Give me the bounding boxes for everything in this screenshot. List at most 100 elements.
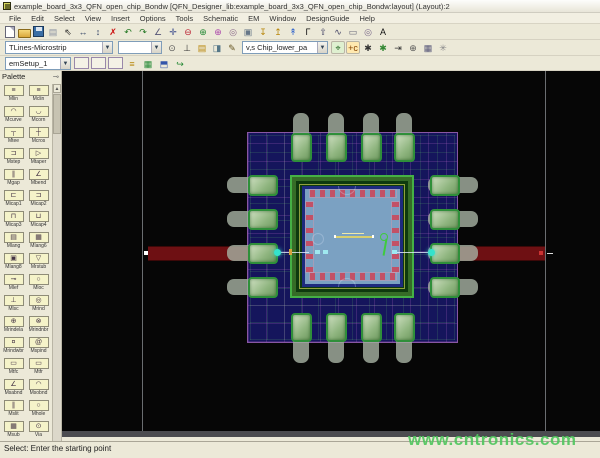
palette-item-mrindwbr[interactable]: ¤Mrindwbr bbox=[1, 336, 26, 357]
cpw-component-annotation[interactable] bbox=[334, 229, 374, 243]
qfn-pad-right-4[interactable] bbox=[430, 277, 460, 298]
qfn-pad-right-2[interactable] bbox=[430, 209, 460, 230]
insert-ground-icon[interactable]: ⊥ bbox=[180, 41, 194, 54]
palette-item-mcorn[interactable]: ◡Mcorn bbox=[26, 105, 51, 126]
zoom-out-icon[interactable]: ⊖ bbox=[181, 25, 195, 38]
view-3d-preview-icon[interactable]: ▦ bbox=[141, 57, 155, 70]
port-highlight-right[interactable] bbox=[428, 249, 435, 256]
palette-item-mlang[interactable]: ▤Mlang bbox=[1, 231, 26, 252]
scrollbar-thumb[interactable] bbox=[53, 94, 61, 134]
chevron-down-icon[interactable]: ▼ bbox=[317, 42, 327, 53]
substrate-editor-icon[interactable]: ≡ bbox=[125, 57, 139, 70]
palette-item-micap3[interactable]: ⊓Micap3 bbox=[1, 210, 26, 231]
palette-item-via[interactable]: ⊙Via bbox=[26, 420, 51, 441]
palette-item-mtfr[interactable]: ▭Mtfr bbox=[26, 357, 51, 378]
qfn-pad-top-3[interactable] bbox=[361, 133, 382, 162]
menu-window[interactable]: Window bbox=[264, 14, 301, 23]
snap-midpoint-icon[interactable]: ✱ bbox=[376, 41, 390, 54]
shear-icon[interactable]: ∠ bbox=[151, 25, 165, 38]
menu-tools[interactable]: Tools bbox=[171, 14, 199, 23]
entry-layer-select[interactable]: v,s Chip_lower_pa ▼ bbox=[242, 41, 328, 54]
palette-item-mrstub[interactable]: ▽Mrstub bbox=[26, 252, 51, 273]
qfn-pad-bottom-3[interactable] bbox=[361, 313, 382, 342]
palette-item-micap2[interactable]: ⊐Micap2 bbox=[26, 189, 51, 210]
chevron-down-icon[interactable]: ▼ bbox=[102, 42, 112, 53]
palette-item-mlang8[interactable]: ▣Mlang8 bbox=[1, 252, 26, 273]
qfn-pad-top-1[interactable] bbox=[291, 133, 312, 162]
menu-edit[interactable]: Edit bbox=[26, 14, 49, 23]
zoom-full-icon[interactable]: ◎ bbox=[226, 25, 240, 38]
qfn-pad-left-4[interactable] bbox=[248, 277, 278, 298]
insert-wire-icon[interactable]: ✎ bbox=[225, 41, 239, 54]
palette-item-mrind[interactable]: ◎Mrind bbox=[26, 294, 51, 315]
dimension-vertical-icon[interactable]: ↕ bbox=[91, 25, 105, 38]
snap-pin-icon[interactable]: +c bbox=[346, 41, 360, 54]
move-icon[interactable]: ✛ bbox=[166, 25, 180, 38]
insert-text-icon[interactable]: A bbox=[376, 25, 390, 38]
insert-circle-icon[interactable]: ◎ bbox=[361, 25, 375, 38]
menu-designguide[interactable]: DesignGuide bbox=[301, 14, 354, 23]
palette-item-mtfc[interactable]: ▭Mtfc bbox=[1, 357, 26, 378]
redo-icon[interactable]: ↷ bbox=[136, 25, 150, 38]
chevron-down-icon[interactable]: ▼ bbox=[151, 42, 161, 53]
scroll-up-icon[interactable]: ▲ bbox=[53, 84, 61, 93]
qfn-pad-top-4[interactable] bbox=[394, 133, 415, 162]
palette-scrollbar[interactable]: ▲ bbox=[52, 84, 61, 441]
dimension-horizontal-icon[interactable]: ↔ bbox=[76, 25, 90, 38]
port-marker-right[interactable] bbox=[539, 251, 543, 255]
qfn-pad-bottom-1[interactable] bbox=[291, 313, 312, 342]
emsetup-select[interactable]: emSetup_1 ▼ bbox=[5, 57, 71, 70]
palette-item-mloc[interactable]: ○Mloc bbox=[26, 273, 51, 294]
palette-item-mlin[interactable]: ≡Mlin bbox=[1, 84, 26, 105]
top-level-icon[interactable]: ↟ bbox=[286, 25, 300, 38]
part-select[interactable]: ▼ bbox=[118, 41, 162, 54]
palette-item-msabnd[interactable]: ∠Msabnd bbox=[1, 378, 26, 399]
insert-polygon-icon[interactable]: ⇧ bbox=[316, 25, 330, 38]
open-folder-icon[interactable] bbox=[18, 29, 31, 38]
save-icon[interactable] bbox=[33, 26, 44, 37]
em-stop-icon[interactable] bbox=[91, 57, 106, 69]
palette-item-msub[interactable]: ▦Msub bbox=[1, 420, 26, 441]
palette-item-mlsc[interactable]: ⊥Mlsc bbox=[1, 294, 26, 315]
qfn-pad-right-1[interactable] bbox=[430, 175, 460, 196]
menu-select[interactable]: Select bbox=[49, 14, 80, 23]
palette-item-mrindnbr[interactable]: ⊗Mrindnbr bbox=[26, 315, 51, 336]
palette-item-mspind[interactable]: @Mspind bbox=[26, 336, 51, 357]
pin-icon[interactable]: ⊸ bbox=[53, 72, 59, 82]
snap-enable-icon[interactable]: ⌖ bbox=[331, 41, 345, 54]
palette-item-mhole[interactable]: ○Mhole bbox=[26, 399, 51, 420]
insert-path-icon[interactable]: Γ bbox=[301, 25, 315, 38]
snap-edge-icon[interactable]: ⇥ bbox=[391, 41, 405, 54]
snap-vertex-icon[interactable]: ✱ bbox=[361, 41, 375, 54]
pop-out-hierarchy-icon[interactable]: ↥ bbox=[271, 25, 285, 38]
menu-file[interactable]: File bbox=[4, 14, 26, 23]
qfn-pad-top-2[interactable] bbox=[326, 133, 347, 162]
menu-view[interactable]: View bbox=[80, 14, 106, 23]
snap-grid-icon[interactable]: ✳ bbox=[436, 41, 450, 54]
palette-item-mlef[interactable]: ⊸Mlef bbox=[1, 273, 26, 294]
die-bondpads-bottom[interactable] bbox=[310, 273, 396, 280]
pointer-icon[interactable]: ⇖ bbox=[61, 25, 75, 38]
qfn-pad-bottom-2[interactable] bbox=[326, 313, 347, 342]
palette-item-mgap[interactable]: ∥Mgap bbox=[1, 168, 26, 189]
palette-item-mstep[interactable]: ⊐Mstep bbox=[1, 147, 26, 168]
new-file-icon[interactable] bbox=[5, 26, 15, 38]
palette-item-msobnd[interactable]: ◠Msobnd bbox=[26, 378, 51, 399]
insert-via-icon[interactable]: ⊙ bbox=[165, 41, 179, 54]
chevron-down-icon[interactable]: ▼ bbox=[60, 58, 70, 69]
snap-arc-center-icon[interactable]: ⊕ bbox=[406, 41, 420, 54]
delete-icon[interactable]: ✗ bbox=[106, 25, 120, 38]
palette-item-mlang6[interactable]: ▦Mlang6 bbox=[26, 231, 51, 252]
palette-item-mcros[interactable]: ┼Mcros bbox=[26, 126, 51, 147]
palette-item-mcurve[interactable]: ◠Mcurve bbox=[1, 105, 26, 126]
menu-options[interactable]: Options bbox=[135, 14, 171, 23]
print-icon[interactable]: ▤ bbox=[46, 25, 60, 38]
menu-em[interactable]: EM bbox=[243, 14, 264, 23]
palette-item-mslit[interactable]: ∥Mslit bbox=[1, 399, 26, 420]
view-3d-icon[interactable]: ⬒ bbox=[157, 57, 171, 70]
palette-item-mrindela[interactable]: ⊕Mrindela bbox=[1, 315, 26, 336]
palette-item-micap1[interactable]: ⊏Micap1 bbox=[1, 189, 26, 210]
palette-item-mclin[interactable]: ≡Mclin bbox=[26, 84, 51, 105]
em-optimize-icon[interactable]: ↪ bbox=[173, 57, 187, 70]
snap-intersect-icon[interactable]: ▦ bbox=[421, 41, 435, 54]
